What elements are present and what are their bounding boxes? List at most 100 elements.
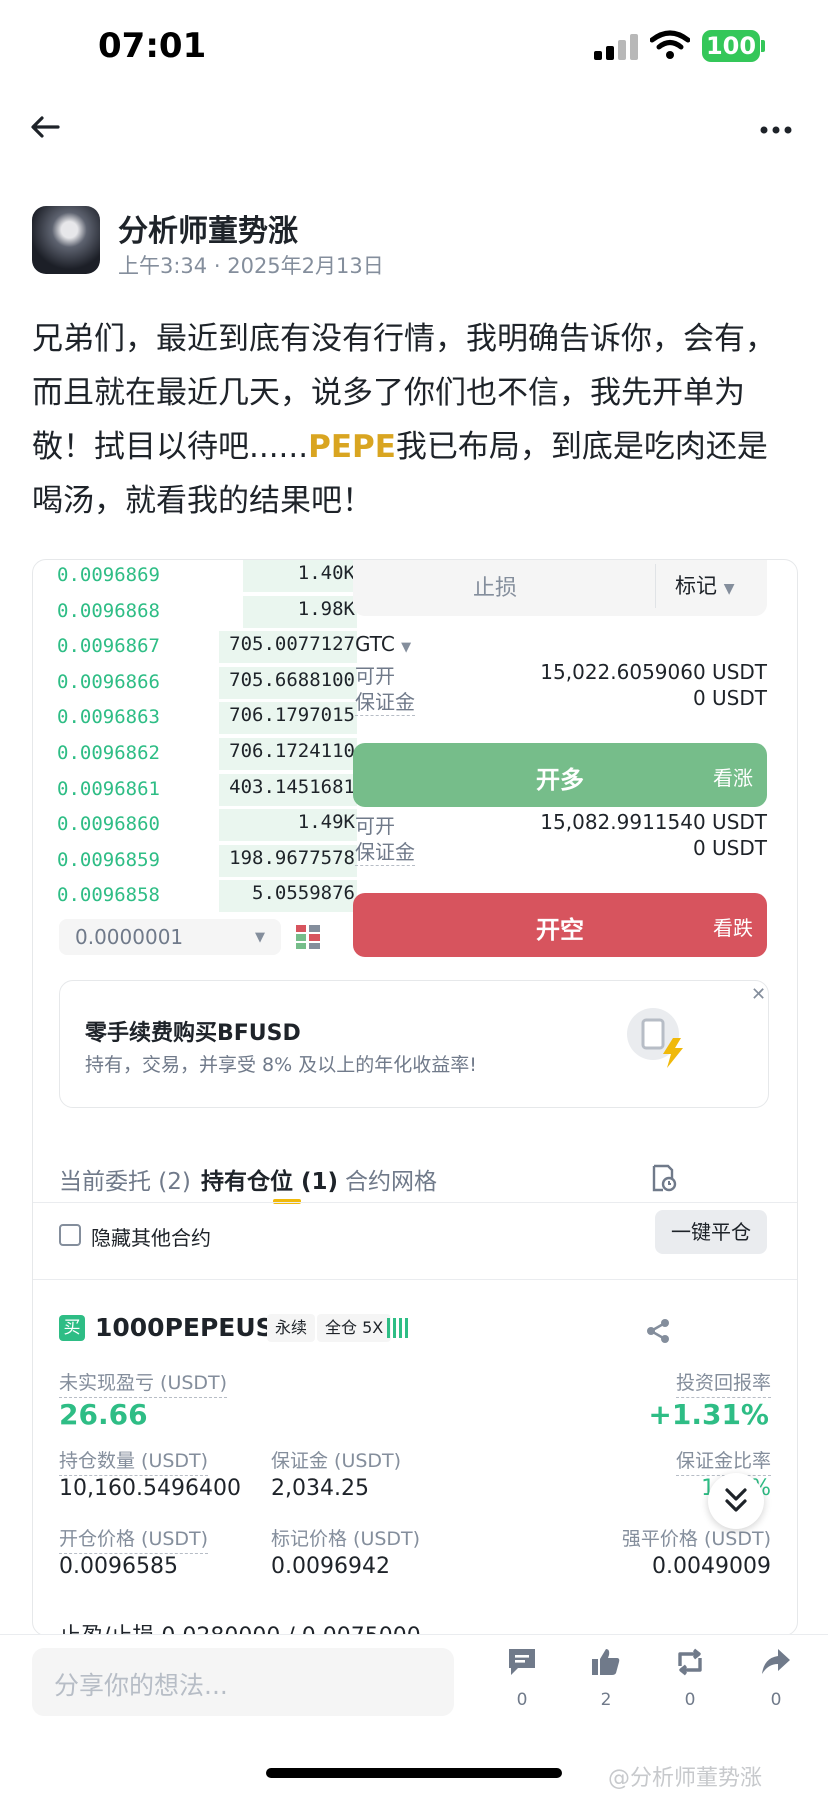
meta-dot: · (213, 254, 228, 278)
orderbook-row: 0.0096859 198.9677578 (57, 843, 357, 879)
orderbook-quantity: 198.9677578 (229, 846, 355, 869)
battery-tip (761, 40, 765, 52)
orderbook-price: 0.0096863 (57, 706, 160, 729)
margin-mode-chip: 全仓 5X (317, 1314, 392, 1342)
short-available-label: 可开 (355, 814, 395, 838)
share-count: 0 (770, 1690, 782, 1710)
unrealized-pnl-value: 26.66 (59, 1398, 148, 1431)
chevron-down-icon: ▼ (255, 930, 265, 945)
short-margin-label: 保证金 (355, 836, 415, 866)
chevron-down-icon: ▼ (723, 581, 735, 597)
wifi-icon (650, 30, 690, 59)
author-name[interactable]: 分析师董势涨 (118, 206, 298, 250)
trade-screenshot[interactable]: 0.0096869 1.40K 0.0096868 1.98K 0.0096867 705… (32, 559, 798, 1636)
battery-indicator: 100 (702, 30, 760, 62)
stop-divider (655, 564, 656, 608)
orderbook-row: 0.0096858 5.0559876 (57, 878, 357, 914)
post-body: 兄弟们，最近到底有没有行情，我明确告诉你，会有，而且就在最近几天，说多了你们也不… (32, 312, 792, 528)
entry-price-label: 开仓价格 (USDT) (59, 1524, 209, 1554)
tabs-divider (33, 1202, 797, 1203)
stop-loss-label: 止损 (473, 576, 518, 601)
orderbook-quantity: 706.1797015 (229, 704, 355, 727)
author-avatar[interactable] (32, 206, 100, 274)
comment-count: 0 (516, 1690, 528, 1710)
open-short-label: 开空 (536, 916, 584, 944)
orderbook-price: 0.0096862 (57, 742, 160, 764)
double-chevron-down-icon (725, 1488, 747, 1512)
orderbook-row: 0.0096862 706.1724110 (57, 736, 357, 772)
orderbook-price: 0.0096866 (57, 670, 160, 693)
post-time: 上午3:34 (118, 254, 208, 278)
orderbook-quantity: 705.0077127 (229, 633, 355, 656)
repost-count: 0 (684, 1690, 696, 1710)
orderbook-quantity: 705.6688100 (229, 668, 355, 691)
orderbook-row: 0.0096860 1.49K (57, 807, 357, 843)
forward-share-icon[interactable] (760, 1646, 792, 1678)
orderbook-quantity: 1.49K (297, 811, 355, 834)
chevron-down-icon: ▼ (401, 640, 412, 655)
promo-title: 零手续费购买BFUSD (85, 1021, 301, 1046)
entry-price-value: 0.0096585 (59, 1554, 178, 1579)
post-timestamp: 上午3:34 · 2025年2月13日 (118, 250, 384, 280)
orderbook-row: 0.0096869 1.40K (57, 560, 357, 594)
coin-tag[interactable]: PEPE (308, 429, 396, 465)
orderbook-row: 0.0096867 705.0077127 (57, 629, 357, 665)
leverage-level-icon (387, 1318, 408, 1338)
contract-type-chip: 永续 (267, 1314, 316, 1342)
open-short-button: 开空 看跌 (353, 893, 767, 957)
promo-subtitle: 持有，交易，并享受 8% 及以上的年化收益率! (85, 1054, 477, 1076)
status-time: 07:01 (98, 26, 207, 66)
roi-label: 投资回报率 (675, 1368, 771, 1398)
open-long-label: 开多 (536, 766, 584, 794)
tif-select: GTC ▼ (355, 632, 411, 656)
orderbook-row: 0.0096861 403.1451681 (57, 772, 357, 808)
short-available-value: 15,082.9911540 USDT (540, 810, 767, 834)
tab-grid: 合约网格 (345, 1169, 437, 1195)
bearish-label: 看跌 (713, 916, 753, 940)
orderbook-row: 0.0096863 706.1797015 (57, 700, 357, 736)
orderbook-quantity: 403.1451681 (229, 775, 355, 798)
long-available-value: 15,022.6059060 USDT (540, 660, 767, 684)
close-all-button: 一键平仓 (655, 1210, 767, 1254)
orderbook-price: 0.0096868 (57, 599, 160, 622)
tick-size-value: 0.0000001 (75, 925, 184, 949)
mark-select: 标记 ▼ (675, 570, 734, 600)
home-indicator (266, 1768, 562, 1778)
close-icon: ✕ (751, 984, 767, 1005)
liq-price-value: 0.0049009 (652, 1554, 771, 1579)
tif-label: GTC (355, 632, 395, 656)
unrealized-pnl-label: 未实现盈亏 (USDT) (59, 1368, 228, 1398)
orderbook-price: 0.0096869 (57, 564, 160, 586)
long-available-label: 可开 (355, 664, 395, 688)
repost-icon[interactable] (674, 1646, 706, 1678)
position-size-label: 持仓数量 (USDT) (59, 1446, 209, 1476)
bfusd-logo-icon (627, 1008, 683, 1068)
more-options-icon[interactable] (760, 126, 792, 134)
watermark: @分析师董势涨 (608, 1766, 763, 1791)
buy-badge: 买 (59, 1315, 85, 1341)
mark-price-value: 0.0096942 (271, 1554, 390, 1579)
orderbook-layout-icon (296, 925, 320, 949)
long-margin-value: 0 USDT (692, 686, 767, 710)
orderbook-row: 0.0096868 1.98K (57, 594, 357, 630)
tab-open-orders: 当前委托 (2) (59, 1169, 191, 1195)
mark-price-label: 标记价格 (USDT) (271, 1528, 421, 1550)
like-count: 2 (600, 1690, 612, 1710)
scroll-down-button[interactable] (708, 1473, 764, 1529)
like-icon[interactable] (590, 1646, 622, 1678)
orderbook-quantity: 1.40K (297, 562, 355, 584)
orderbook-quantity: 706.1724110 (229, 740, 355, 762)
long-margin-label: 保证金 (355, 686, 415, 716)
orderbook-quantity: 5.0559876 (252, 882, 355, 905)
hide-other-checkbox (59, 1224, 81, 1246)
orderbook-row: 0.0096866 705.6688100 (57, 665, 357, 701)
bullish-label: 看涨 (713, 766, 753, 790)
comment-icon[interactable] (506, 1646, 538, 1678)
mark-label: 标记 (675, 574, 717, 598)
history-icon (652, 1164, 677, 1192)
orderbook-price: 0.0096867 (57, 635, 160, 658)
comment-placeholder: 分享你的想法... (54, 1671, 228, 1700)
position-size-value: 10,160.5496400 (59, 1476, 241, 1501)
back-arrow-icon[interactable] (30, 115, 60, 139)
open-long-button: 开多 看涨 (353, 743, 767, 807)
